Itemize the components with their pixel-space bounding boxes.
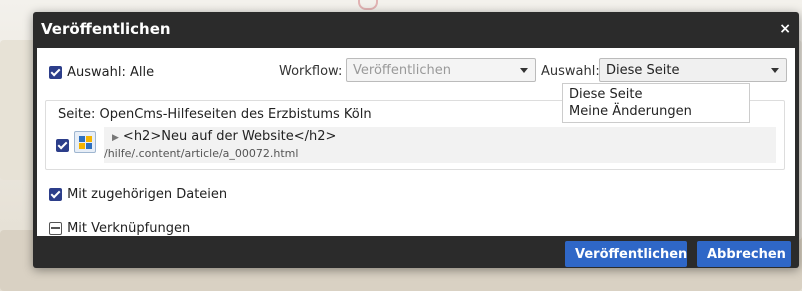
dropdown-option[interactable]: Meine Änderungen bbox=[563, 103, 749, 120]
dropdown-option[interactable]: Diese Seite bbox=[563, 86, 749, 103]
resource-type-icon bbox=[74, 131, 96, 153]
related-files-checkbox[interactable] bbox=[49, 188, 62, 201]
auswahl-dropdown-list: Diese Seite Meine Änderungen bbox=[562, 83, 750, 123]
resource-checkbox[interactable] bbox=[56, 139, 69, 152]
dialog-body: Auswahl: Alle Workflow: Veröffentlichen … bbox=[37, 48, 795, 236]
links-checkbox[interactable] bbox=[49, 222, 62, 235]
workflow-select-value: Veröffentlichen bbox=[353, 63, 452, 78]
select-all-label: Auswahl: Alle bbox=[67, 65, 155, 80]
publish-dialog: Veröffentlichen × Auswahl: Alle Workflow… bbox=[33, 12, 799, 268]
cancel-button[interactable]: Abbrechen bbox=[697, 241, 791, 267]
resource-row[interactable]: ▶ <h2>Neu auf der Website</h2> /hilfe/.co… bbox=[56, 127, 776, 163]
close-icon[interactable]: × bbox=[779, 21, 791, 37]
resource-info: ▶ <h2>Neu auf der Website</h2> /hilfe/.co… bbox=[104, 127, 776, 163]
selection-row: Auswahl: Alle Workflow: Veröffentlichen … bbox=[49, 58, 789, 82]
publish-button[interactable]: Veröffentlichen bbox=[565, 241, 687, 267]
dialog-titlebar: Veröffentlichen × bbox=[33, 12, 799, 48]
resource-title[interactable]: ▶ <h2>Neu auf der Website</h2> bbox=[112, 129, 336, 144]
links-option[interactable]: Mit Verknüpfungen bbox=[49, 218, 190, 237]
workflow-label: Workflow: bbox=[279, 64, 343, 79]
links-label: Mit Verknüpfungen bbox=[67, 221, 191, 236]
auswahl-select-value: Diese Seite bbox=[606, 63, 680, 78]
related-files-label: Mit zugehörigen Dateien bbox=[67, 187, 228, 202]
chevron-down-icon bbox=[771, 68, 779, 73]
chevron-down-icon bbox=[520, 68, 528, 73]
expand-triangle-icon[interactable]: ▶ bbox=[112, 133, 119, 143]
auswahl-select[interactable]: Diese Seite bbox=[599, 58, 787, 82]
workflow-select[interactable]: Veröffentlichen bbox=[346, 58, 536, 82]
dialog-title: Veröffentlichen bbox=[41, 20, 171, 38]
resource-path: /hilfe/.content/article/a_00072.html bbox=[104, 147, 299, 160]
panel-title: Seite: OpenCms-Hilfeseiten des Erzbistum… bbox=[58, 107, 372, 122]
dialog-footer: Veröffentlichen Abbrechen bbox=[33, 236, 799, 268]
related-files-option[interactable]: Mit zugehörigen Dateien bbox=[49, 184, 227, 203]
resource-title-text: <h2>Neu auf der Website</h2> bbox=[122, 129, 337, 144]
select-all-checkbox-group[interactable]: Auswahl: Alle bbox=[49, 62, 154, 81]
auswahl-label: Auswahl: bbox=[541, 64, 600, 79]
select-all-checkbox[interactable] bbox=[49, 66, 62, 79]
